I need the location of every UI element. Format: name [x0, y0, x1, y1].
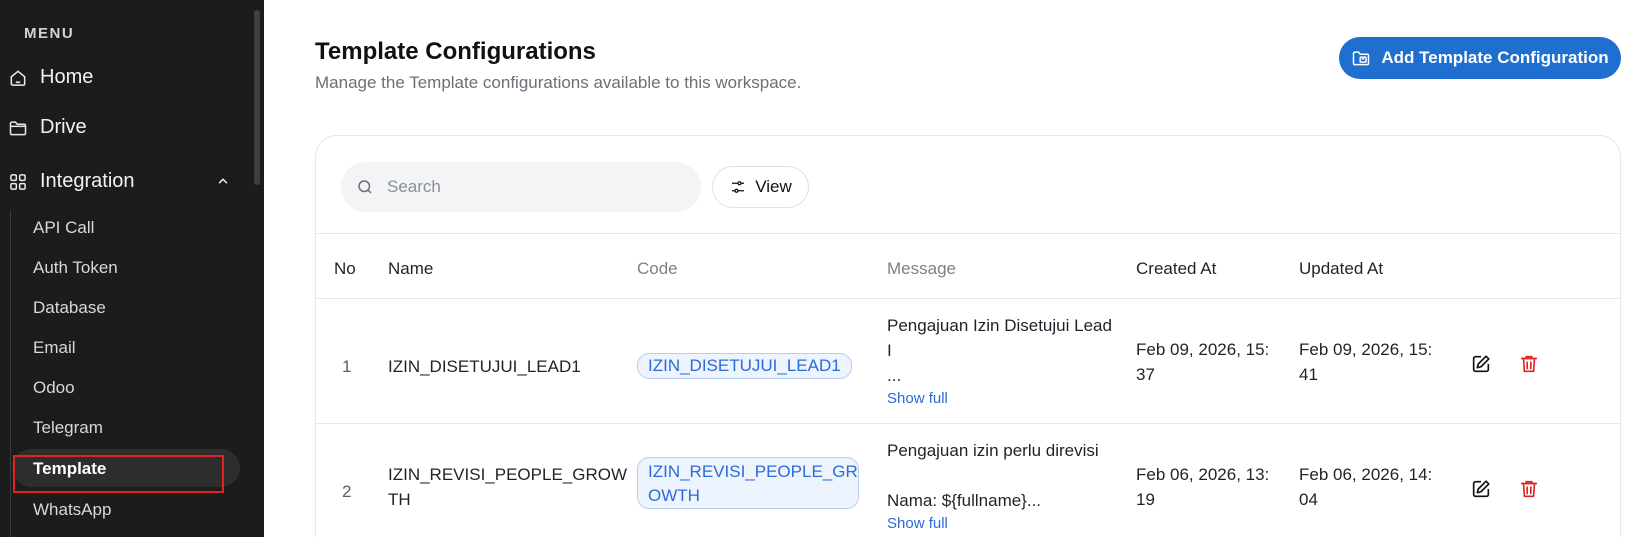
row-updated-at-cont: 04	[1299, 490, 1318, 509]
sidebar-scrollbar[interactable]	[254, 0, 260, 537]
row-message-ellipsis: ...	[887, 366, 902, 385]
row-updated-at-cont: 41	[1299, 365, 1318, 384]
page-subtitle: Manage the Template configurations avail…	[315, 73, 802, 92]
submenu-guide-line	[10, 210, 11, 537]
nav-drive[interactable]: Drive	[8, 116, 87, 139]
sidebar-item-telegram[interactable]: Telegram	[33, 418, 103, 438]
trash-icon[interactable]	[1518, 353, 1540, 375]
nav-drive-label: Drive	[40, 116, 87, 138]
show-full-link[interactable]: Show full	[887, 515, 948, 532]
highlight-box	[13, 455, 224, 493]
row-created-at-cont: 37	[1136, 365, 1155, 384]
sidebar: MENU Home Drive Integration API Call Aut…	[0, 0, 264, 537]
sidebar-scrollbar-thumb[interactable]	[254, 10, 260, 185]
menu-label: MENU	[24, 25, 75, 42]
sidebar-item-whatsapp[interactable]: WhatsApp	[33, 500, 111, 520]
add-template-configuration-button[interactable]: Add Template Configuration	[1339, 37, 1621, 79]
show-full-link[interactable]: Show full	[887, 390, 948, 407]
column-header-updated-at[interactable]: Updated At	[1299, 259, 1383, 279]
row-message-line: I	[887, 341, 892, 360]
table-top-divider	[316, 233, 1620, 234]
sidebar-item-odoo[interactable]: Odoo	[33, 378, 75, 398]
row-updated-at: Feb 09, 2026, 15:	[1299, 340, 1433, 359]
search-input[interactable]	[387, 162, 687, 212]
column-header-code[interactable]: Code	[637, 259, 678, 279]
nav-home-label: Home	[40, 66, 94, 88]
row-created-at-cont: 19	[1136, 490, 1155, 509]
column-header-created-at[interactable]: Created At	[1136, 259, 1216, 279]
nav-home[interactable]: Home	[8, 66, 93, 89]
search-box[interactable]	[341, 162, 701, 212]
trash-icon[interactable]	[1518, 478, 1540, 500]
row-divider	[316, 423, 1620, 424]
sidebar-item-email[interactable]: Email	[33, 338, 76, 358]
view-button-label: View	[755, 177, 792, 196]
row-updated-at: Feb 06, 2026, 14:	[1299, 465, 1433, 484]
row-code-line: OWTH	[648, 486, 700, 505]
template-table-card: View No Name Code Message Created At Upd…	[315, 135, 1621, 537]
chevron-up-icon[interactable]	[216, 174, 230, 188]
row-code-badge: IZIN_REVISI_PEOPLE_GR OWTH	[637, 457, 859, 509]
row-name-cont: TH	[388, 490, 411, 509]
edit-icon[interactable]	[1470, 478, 1492, 500]
grid-icon	[10, 173, 26, 190]
column-header-name[interactable]: Name	[388, 259, 433, 279]
row-created-at: Feb 09, 2026, 15:	[1136, 340, 1270, 359]
table-header-divider	[316, 298, 1620, 299]
edit-icon[interactable]	[1470, 353, 1492, 375]
add-template-configuration-label: Add Template Configuration	[1381, 48, 1609, 67]
column-header-no[interactable]: No	[334, 259, 356, 279]
sidebar-item-database[interactable]: Database	[33, 298, 106, 318]
folder-icon	[9, 120, 27, 135]
home-icon	[10, 69, 26, 86]
row-name: IZIN_REVISI_PEOPLE_GROW	[388, 465, 628, 484]
nav-integration-label: Integration	[40, 170, 135, 192]
search-icon	[358, 180, 372, 194]
nav-integration[interactable]: Integration	[8, 170, 230, 193]
sliders-icon	[732, 181, 745, 193]
row-name: IZIN_DISETUJUI_LEAD1	[388, 357, 581, 376]
sidebar-item-auth-token[interactable]: Auth Token	[33, 258, 118, 278]
row-message-line: Pengajuan Izin Disetujui Lead	[887, 316, 1112, 335]
row-code-badge: IZIN_DISETUJUI_LEAD1	[637, 353, 852, 379]
row-message-line: Nama: ${fullname}...	[887, 491, 1042, 510]
add-template-icon	[1353, 51, 1370, 66]
column-header-message[interactable]: Message	[887, 259, 956, 279]
row-code-line: IZIN_REVISI_PEOPLE_GR	[648, 462, 858, 481]
row-number: 2	[342, 482, 352, 501]
view-button[interactable]: View	[712, 166, 809, 208]
row-message-line: Pengajuan izin perlu direvisi	[887, 441, 1099, 460]
sidebar-item-api-call[interactable]: API Call	[33, 218, 94, 238]
row-number: 1	[342, 357, 352, 376]
page-title: Template Configurations	[315, 38, 596, 65]
row-created-at: Feb 06, 2026, 13:	[1136, 465, 1270, 484]
